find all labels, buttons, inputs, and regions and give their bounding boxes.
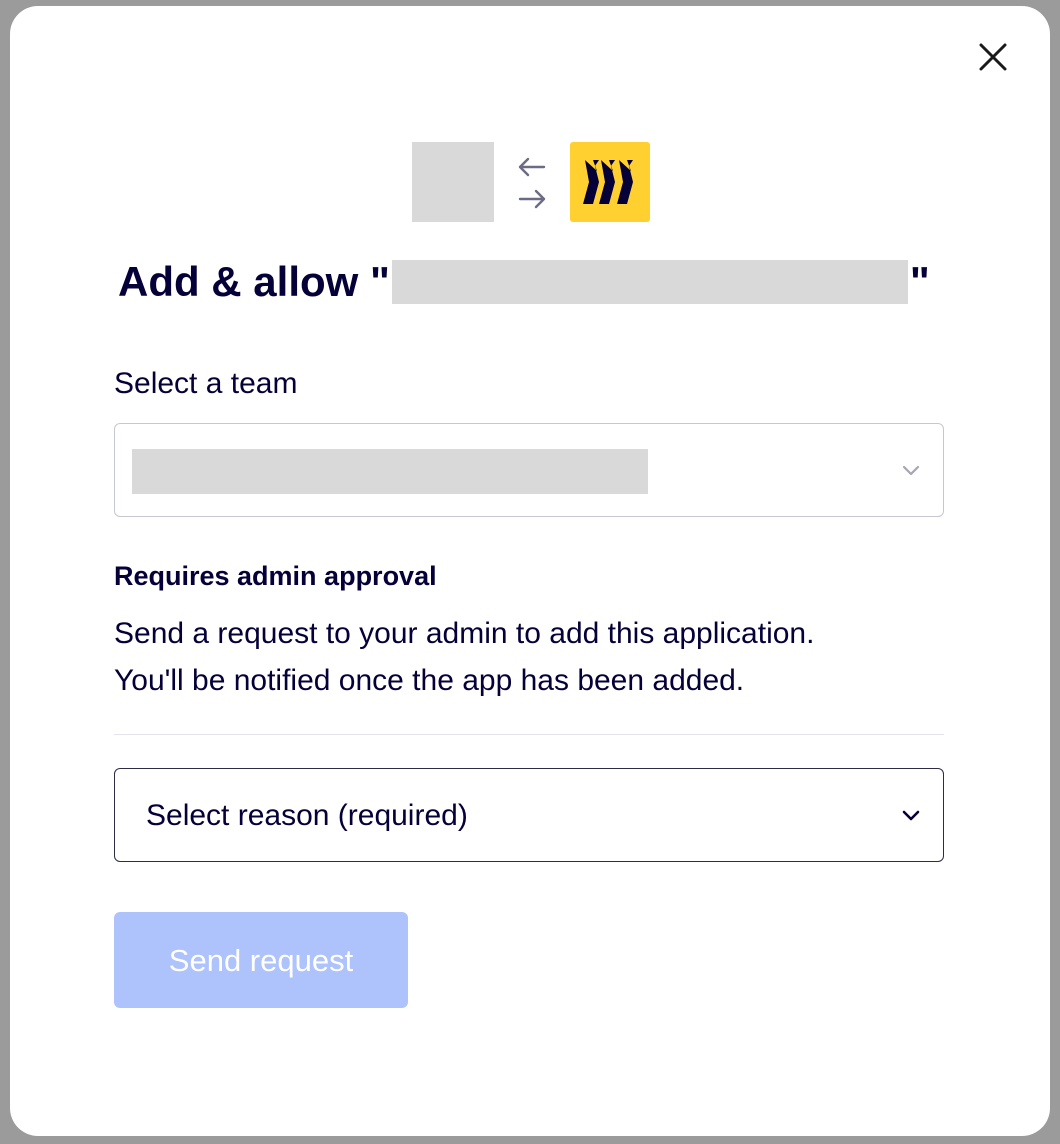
divider <box>114 734 944 735</box>
close-button[interactable] <box>972 36 1014 78</box>
app-connection-logos <box>412 142 652 222</box>
reason-select-value: Select reason (required) <box>146 799 468 832</box>
redacted-team-name <box>132 449 648 494</box>
description-line: Send a request to your admin to add this… <box>114 617 815 650</box>
add-app-dialog: Add & allow " " Select a team Requires ad… <box>10 6 1050 1136</box>
swap-arrows-icon <box>518 157 546 209</box>
dialog-title: Add & allow " " <box>118 252 958 312</box>
chevron-down-icon <box>902 465 920 476</box>
miro-logo <box>570 142 650 222</box>
redacted-app-name <box>391 260 908 304</box>
admin-approval-description: Send a request to your admin to add this… <box>114 610 954 704</box>
miro-logo-icon <box>583 160 633 204</box>
team-select[interactable] <box>114 423 944 517</box>
chevron-down-icon <box>902 810 920 821</box>
description-line: You'll be notified once the app has been… <box>114 664 745 697</box>
app-logo <box>412 142 494 222</box>
close-icon <box>979 43 1007 71</box>
send-request-button[interactable]: Send request <box>114 912 408 1008</box>
reason-select[interactable]: Select reason (required) <box>114 768 944 862</box>
title-prefix: Add & allow " <box>118 258 390 305</box>
team-select-label: Select a team <box>114 367 298 400</box>
title-suffix: " <box>909 258 930 305</box>
admin-approval-heading: Requires admin approval <box>114 561 437 591</box>
